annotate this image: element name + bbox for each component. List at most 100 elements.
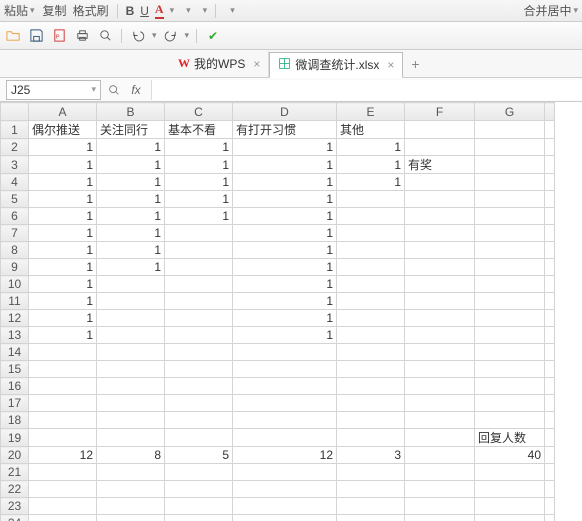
open-button[interactable] — [4, 27, 22, 45]
row-header-12[interactable]: 12 — [1, 310, 29, 327]
cell-C11[interactable] — [165, 293, 233, 310]
cell-F22[interactable] — [405, 481, 475, 498]
cell-C20[interactable]: 5 — [165, 447, 233, 464]
cell-F10[interactable] — [405, 276, 475, 293]
cell-B1[interactable]: 关注同行 — [97, 121, 165, 139]
cell-A12[interactable]: 1 — [29, 310, 97, 327]
zoom-icon[interactable] — [103, 83, 125, 97]
merge-button[interactable]: 合并居中▾ — [521, 2, 578, 19]
cell-A8[interactable]: 1 — [29, 242, 97, 259]
cell-F21[interactable] — [405, 464, 475, 481]
cell-E12[interactable] — [337, 310, 405, 327]
cell-C9[interactable] — [165, 259, 233, 276]
cell-B3[interactable]: 1 — [97, 156, 165, 174]
cell-D9[interactable]: 1 — [233, 259, 337, 276]
cell-C24[interactable] — [165, 515, 233, 521]
cell-F9[interactable] — [405, 259, 475, 276]
column-header-B[interactable]: B — [97, 103, 165, 121]
cell-E16[interactable] — [337, 378, 405, 395]
cell-D15[interactable] — [233, 361, 337, 378]
cell-E9[interactable] — [337, 259, 405, 276]
cell-D20[interactable]: 12 — [233, 447, 337, 464]
cell-E10[interactable] — [337, 276, 405, 293]
redo-button[interactable] — [162, 27, 180, 45]
cell-F16[interactable] — [405, 378, 475, 395]
cell-G9[interactable] — [475, 259, 545, 276]
cell-B4[interactable]: 1 — [97, 174, 165, 191]
cell-B22[interactable] — [97, 481, 165, 498]
cell-B21[interactable] — [97, 464, 165, 481]
cell-B11[interactable] — [97, 293, 165, 310]
cell-C7[interactable] — [165, 225, 233, 242]
cell-G5[interactable] — [475, 191, 545, 208]
cell-G21[interactable] — [475, 464, 545, 481]
cell-F15[interactable] — [405, 361, 475, 378]
cell-A6[interactable]: 1 — [29, 208, 97, 225]
cell-G18[interactable] — [475, 412, 545, 429]
bold-button[interactable]: B — [126, 4, 135, 18]
row-header-20[interactable]: 20 — [1, 447, 29, 464]
row-header-16[interactable]: 16 — [1, 378, 29, 395]
cell-A1[interactable]: 偶尔推送 — [29, 121, 97, 139]
cell-G16[interactable] — [475, 378, 545, 395]
row-header-15[interactable]: 15 — [1, 361, 29, 378]
name-box[interactable]: J25 ▾ — [6, 80, 101, 100]
cell-G2[interactable] — [475, 139, 545, 156]
cell-G17[interactable] — [475, 395, 545, 412]
row-header-3[interactable]: 3 — [1, 156, 29, 174]
cell-F12[interactable] — [405, 310, 475, 327]
cell-B9[interactable]: 1 — [97, 259, 165, 276]
cell-G8[interactable] — [475, 242, 545, 259]
cell-B20[interactable]: 8 — [97, 447, 165, 464]
cell-E24[interactable] — [337, 515, 405, 521]
cell-C5[interactable]: 1 — [165, 191, 233, 208]
cell-G24[interactable] — [475, 515, 545, 521]
cell-C14[interactable] — [165, 344, 233, 361]
row-header-5[interactable]: 5 — [1, 191, 29, 208]
cell-A20[interactable]: 12 — [29, 447, 97, 464]
cell-B14[interactable] — [97, 344, 165, 361]
cell-B13[interactable] — [97, 327, 165, 344]
row-header-22[interactable]: 22 — [1, 481, 29, 498]
column-header-E[interactable]: E — [337, 103, 405, 121]
cell-G15[interactable] — [475, 361, 545, 378]
row-header-7[interactable]: 7 — [1, 225, 29, 242]
cell-F4[interactable] — [405, 174, 475, 191]
cell-D1[interactable]: 有打开习惯 — [233, 121, 337, 139]
row-header-6[interactable]: 6 — [1, 208, 29, 225]
row-header-23[interactable]: 23 — [1, 498, 29, 515]
cell-A9[interactable]: 1 — [29, 259, 97, 276]
cell-A15[interactable] — [29, 361, 97, 378]
cell-D16[interactable] — [233, 378, 337, 395]
cell-D24[interactable] — [233, 515, 337, 521]
cell-A7[interactable]: 1 — [29, 225, 97, 242]
cell-G10[interactable] — [475, 276, 545, 293]
font-color-button[interactable]: A — [155, 2, 164, 19]
cell-D2[interactable]: 1 — [233, 139, 337, 156]
cell-G3[interactable] — [475, 156, 545, 174]
cell-F17[interactable] — [405, 395, 475, 412]
cell-A22[interactable] — [29, 481, 97, 498]
row-header-2[interactable]: 2 — [1, 139, 29, 156]
cell-F19[interactable] — [405, 429, 475, 447]
cell-B17[interactable] — [97, 395, 165, 412]
column-header-C[interactable]: C — [165, 103, 233, 121]
cell-F3[interactable]: 有奖 — [405, 156, 475, 174]
row-header-19[interactable]: 19 — [1, 429, 29, 447]
cell-A17[interactable] — [29, 395, 97, 412]
cell-F2[interactable] — [405, 139, 475, 156]
cell-C22[interactable] — [165, 481, 233, 498]
cell-B12[interactable] — [97, 310, 165, 327]
cell-C1[interactable]: 基本不看 — [165, 121, 233, 139]
cell-F6[interactable] — [405, 208, 475, 225]
cell-A2[interactable]: 1 — [29, 139, 97, 156]
cell-E20[interactable]: 3 — [337, 447, 405, 464]
row-header-1[interactable]: 1 — [1, 121, 29, 139]
cell-D3[interactable]: 1 — [233, 156, 337, 174]
cell-E15[interactable] — [337, 361, 405, 378]
cell-B23[interactable] — [97, 498, 165, 515]
cell-E8[interactable] — [337, 242, 405, 259]
cell-G19[interactable]: 回复人数 — [475, 429, 545, 447]
undo-button[interactable] — [129, 27, 147, 45]
cell-G13[interactable] — [475, 327, 545, 344]
